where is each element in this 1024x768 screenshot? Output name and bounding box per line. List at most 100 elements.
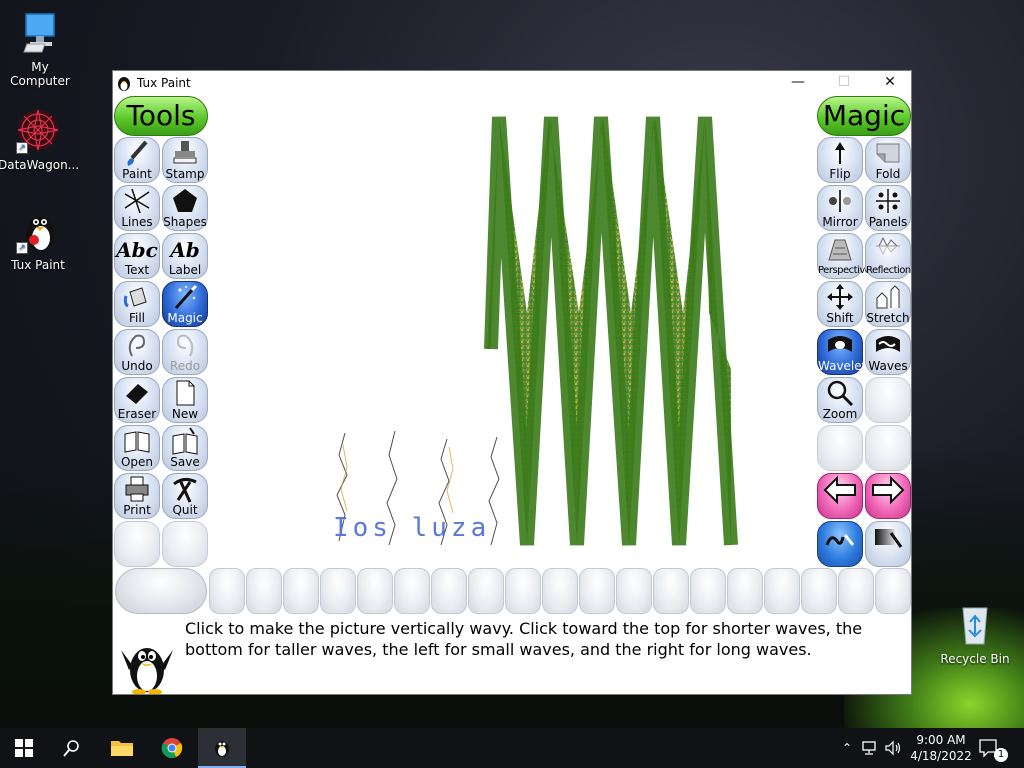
color-swatch[interactable] — [468, 568, 504, 614]
open-book-icon — [115, 426, 159, 456]
canvas-artwork — [336, 116, 738, 546]
magic-perspective-button[interactable]: Perspective — [817, 233, 871, 279]
search-icon — [63, 740, 79, 757]
tool-quit-button[interactable]: Quit — [162, 473, 208, 519]
tool-redo-button[interactable]: Redo — [162, 329, 208, 375]
tool-undo-button[interactable]: Undo — [114, 329, 160, 375]
magic-mirror-button[interactable]: Mirror — [817, 185, 863, 231]
taskbar-chrome[interactable] — [148, 728, 196, 768]
eraser-icon — [115, 378, 159, 408]
color-swatch[interactable] — [320, 568, 356, 614]
close-button[interactable]: ✕ — [867, 71, 913, 95]
color-swatch[interactable] — [542, 568, 578, 614]
empty-tool-slot — [162, 521, 208, 567]
magic-flip-button[interactable]: Flip — [817, 137, 863, 183]
tool-open-button[interactable]: Open — [114, 425, 160, 471]
flip-arrow-icon — [818, 138, 862, 168]
taskbar-file-explorer[interactable] — [98, 728, 146, 768]
color-swatch[interactable] — [505, 568, 541, 614]
tool-paint-button[interactable]: Paint — [114, 137, 160, 183]
previous-page-button[interactable] — [817, 473, 863, 519]
desktop-icon-datawagon[interactable]: ↗ DataWagon... — [0, 106, 79, 172]
magic-zoom-button[interactable]: Zoom — [817, 377, 863, 423]
network-icon — [862, 741, 876, 755]
magic-shift-button[interactable]: Shift — [817, 281, 863, 327]
color-swatch[interactable] — [838, 568, 874, 614]
window-title: Tux Paint — [137, 76, 191, 90]
perspective-icon — [818, 234, 862, 264]
color-swatch[interactable] — [875, 568, 911, 614]
undo-icon — [115, 330, 159, 360]
tool-label-button[interactable]: Ab Label — [162, 233, 208, 279]
maximize-button[interactable]: ☐ — [821, 71, 867, 95]
color-swatch[interactable] — [690, 568, 726, 614]
paint-bucket-icon — [115, 282, 159, 312]
color-swatch[interactable] — [801, 568, 837, 614]
tool-text-button[interactable]: Abc Text — [114, 233, 160, 279]
tool-lines-button[interactable]: Lines — [114, 185, 160, 231]
paint-mode-button[interactable] — [817, 521, 863, 567]
color-swatch[interactable] — [616, 568, 652, 614]
label-icon: Ab — [170, 238, 200, 262]
minimize-button[interactable]: — — [775, 71, 821, 95]
new-page-icon — [163, 378, 207, 408]
volume-button[interactable] — [884, 728, 906, 768]
canvas-scribble-text: Ios luza — [333, 513, 491, 543]
color-swatch[interactable] — [357, 568, 393, 614]
desktop-icon-recycle-bin[interactable]: Recycle Bin — [935, 600, 1015, 666]
folder-icon — [111, 741, 133, 756]
color-swatch[interactable] — [209, 568, 245, 614]
show-hidden-icons-button[interactable]: ⌃ — [838, 728, 856, 768]
tool-save-button[interactable]: Save — [162, 425, 208, 471]
text-icon: Abc — [116, 238, 158, 262]
drawing-canvas[interactable]: Ios luza — [209, 95, 817, 567]
start-button[interactable] — [0, 728, 48, 768]
magic-fold-button[interactable]: Fold — [865, 137, 911, 183]
tool-stamp-button[interactable]: Stamp — [162, 137, 208, 183]
computer-icon — [16, 8, 64, 56]
color-swatch[interactable] — [431, 568, 467, 614]
magic-stretch-button[interactable]: Stretch — [865, 281, 911, 327]
color-swatch[interactable] — [394, 568, 430, 614]
notification-count-badge: 1 — [994, 748, 1008, 762]
desktop-icon-my-computer[interactable]: My Computer — [0, 8, 80, 88]
empty-tool-slot — [114, 521, 160, 567]
notification-center-button[interactable]: 1 — [978, 728, 1018, 768]
magic-reflection-button[interactable]: Reflection — [865, 233, 911, 279]
panels-icon — [866, 186, 910, 216]
next-page-button[interactable] — [865, 473, 911, 519]
tux-paint-window: Tux Paint — ☐ ✕ Tools Paint Stamp Lines … — [112, 70, 912, 695]
clock[interactable]: 9:00 AM 4/18/2022 — [910, 728, 972, 768]
color-swatch[interactable] — [727, 568, 763, 614]
magic-wavelets-button[interactable]: Wavelets — [817, 329, 873, 375]
waves-icon — [866, 330, 910, 360]
magic-panels-button[interactable]: Panels — [865, 185, 911, 231]
color-swatch[interactable] — [283, 568, 319, 614]
title-bar[interactable]: Tux Paint — ☐ ✕ — [113, 71, 911, 95]
current-color-display — [115, 568, 207, 614]
tool-print-button[interactable]: Print — [114, 473, 160, 519]
quit-icon — [163, 474, 207, 504]
network-button[interactable] — [860, 728, 882, 768]
taskbar-tux-paint[interactable] — [198, 728, 246, 768]
tool-fill-button[interactable]: Fill — [114, 281, 160, 327]
move-arrows-icon — [818, 282, 862, 312]
magic-waves-button[interactable]: Waves — [865, 329, 911, 375]
color-swatch[interactable] — [764, 568, 800, 614]
save-book-icon — [163, 426, 207, 456]
tool-shapes-button[interactable]: Shapes — [162, 185, 208, 231]
arrow-left-icon — [818, 474, 862, 520]
desktop-icon-tux-paint[interactable]: ↗ Tux Paint — [0, 206, 78, 272]
tool-eraser-button[interactable]: Eraser — [114, 377, 160, 423]
desktop-icon-label: My Computer — [10, 60, 70, 88]
color-swatch[interactable] — [653, 568, 689, 614]
instructions-text: Click to make the picture vertically wav… — [185, 619, 863, 659]
datawagon-icon: ↗ — [14, 106, 62, 154]
fullscreen-mode-button[interactable] — [865, 521, 911, 567]
tool-magic-button[interactable]: Magic — [162, 281, 208, 327]
tool-new-button[interactable]: New — [162, 377, 208, 423]
clock-date: 4/18/2022 — [910, 749, 972, 763]
color-swatch[interactable] — [246, 568, 282, 614]
search-button[interactable] — [48, 728, 96, 768]
color-swatch[interactable] — [579, 568, 615, 614]
